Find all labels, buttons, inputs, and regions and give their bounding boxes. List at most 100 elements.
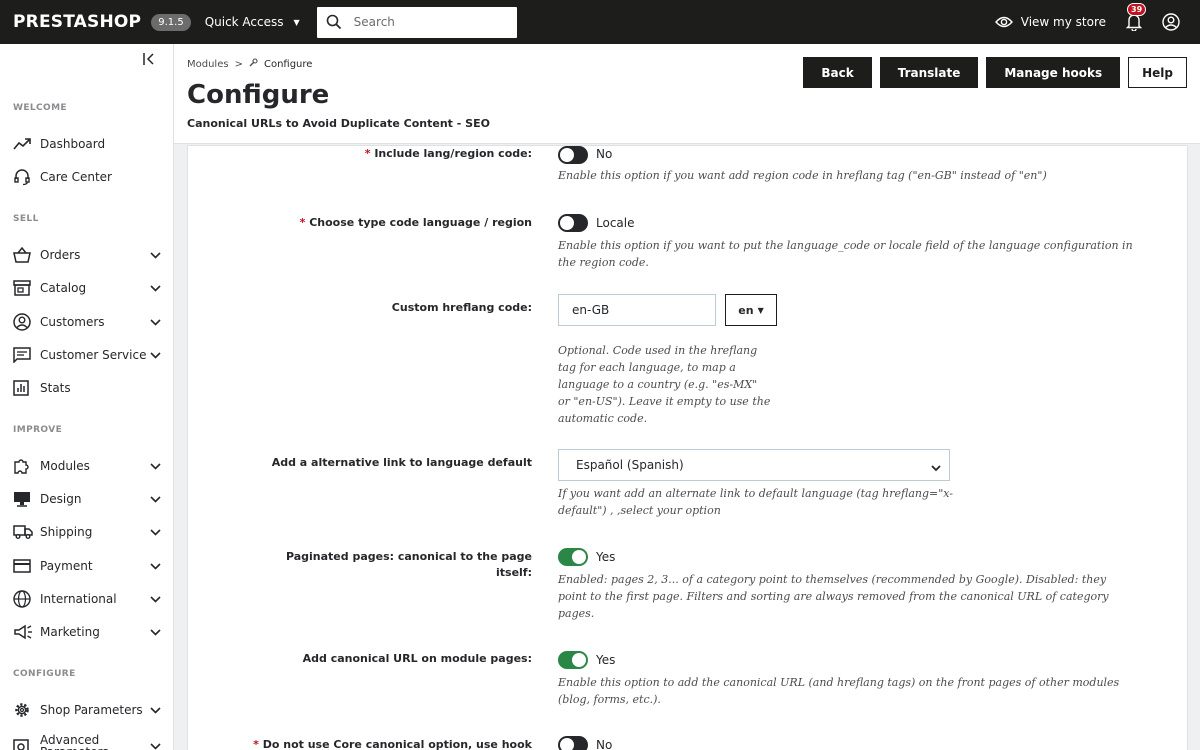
chevron-down-icon bbox=[150, 525, 161, 539]
breadcrumb-modules[interactable]: Modules bbox=[187, 59, 229, 70]
sidebar-item-label: Orders bbox=[40, 248, 81, 262]
paginated-help-2: point to the first page. Filters and sor… bbox=[558, 590, 1109, 603]
custom-hreflang-input[interactable] bbox=[558, 294, 716, 326]
code-type-help-1: Enable this option if you want to put th… bbox=[558, 239, 1133, 252]
core-canonical-label: * Do not use Core canonical option, use … bbox=[253, 737, 532, 750]
bar-chart-icon bbox=[13, 380, 33, 396]
alt-link-help-1: If you want add an alternate link to def… bbox=[558, 487, 954, 500]
account-circle-icon bbox=[1162, 13, 1180, 31]
section-welcome: WELCOME bbox=[13, 103, 67, 113]
select-value: Español (Spanish) bbox=[576, 458, 684, 472]
sidebar-item-orders[interactable]: Orders bbox=[13, 245, 161, 265]
caret-down-icon: ▼ bbox=[293, 17, 300, 27]
page-header: Modules > Configure Configure Canonical … bbox=[174, 44, 1200, 144]
label-text: Choose type code language / region bbox=[309, 216, 532, 229]
sidebar-item-label: Design bbox=[40, 492, 82, 506]
section-improve: IMPROVE bbox=[13, 425, 63, 435]
sidebar-item-stats[interactable]: Stats bbox=[13, 378, 161, 398]
label-text: itself: bbox=[496, 566, 532, 579]
back-button[interactable]: Back bbox=[803, 57, 872, 88]
chevron-down-icon bbox=[150, 703, 161, 717]
sidebar-item-shipping[interactable]: Shipping bbox=[13, 522, 161, 542]
sidebar-item-label: Customers bbox=[40, 315, 105, 329]
core-canonical-value: No bbox=[596, 738, 613, 750]
core-canonical-switch[interactable] bbox=[558, 736, 588, 750]
module-pages-switch[interactable] bbox=[558, 651, 588, 669]
sidebar-item-label: Stats bbox=[40, 381, 71, 395]
label-text: Do not use Core canonical option, use ho… bbox=[262, 738, 532, 750]
trending-up-icon bbox=[13, 138, 33, 150]
account-button[interactable] bbox=[1162, 13, 1180, 31]
page-subtitle: Canonical URLs to Avoid Duplicate Conten… bbox=[187, 117, 490, 130]
puzzle-icon bbox=[13, 457, 33, 475]
collapse-left-icon bbox=[143, 53, 154, 65]
collapse-sidebar-button[interactable] bbox=[143, 53, 156, 69]
globe-icon bbox=[13, 590, 33, 608]
sidebar-item-customers[interactable]: Customers bbox=[13, 312, 161, 332]
code-type-switch[interactable] bbox=[558, 214, 588, 232]
custom-hreflang-help-1: Optional. Code used in the hreflang bbox=[558, 344, 758, 357]
prestashop-logo[interactable]: PRESTASHOP bbox=[13, 12, 141, 32]
include-lang-switch[interactable] bbox=[558, 146, 588, 164]
chevron-down-icon bbox=[150, 281, 161, 295]
quick-access-dropdown[interactable]: Quick Access ▼ bbox=[205, 15, 300, 29]
sidebar-item-modules[interactable]: Modules bbox=[13, 456, 161, 476]
search-input[interactable] bbox=[353, 15, 504, 29]
chevron-down-icon bbox=[150, 315, 161, 329]
truck-icon bbox=[13, 525, 33, 539]
required-marker: * bbox=[253, 738, 259, 750]
top-bar: PRESTASHOP 9.1.5 Quick Access ▼ View my … bbox=[0, 0, 1200, 44]
chevron-down-icon bbox=[150, 348, 161, 362]
eye-icon bbox=[994, 16, 1013, 28]
view-store-link[interactable]: View my store bbox=[994, 15, 1106, 29]
sidebar-item-customer-service[interactable]: Customer Service bbox=[13, 345, 161, 365]
version-badge: 9.1.5 bbox=[151, 13, 191, 31]
page-title: Configure bbox=[187, 80, 330, 110]
monitor-icon bbox=[13, 491, 33, 507]
code-type-label: * Choose type code language / region bbox=[300, 215, 532, 231]
sidebar: WELCOME Dashboard Care Center SELL Order… bbox=[0, 44, 174, 750]
settings-box-icon bbox=[13, 739, 33, 750]
chevron-down-icon bbox=[150, 459, 161, 473]
sidebar-item-payment[interactable]: Payment bbox=[13, 556, 161, 576]
headset-icon bbox=[13, 168, 33, 186]
sidebar-item-advanced-parameters[interactable]: Advanced Parameters bbox=[13, 734, 161, 750]
sidebar-item-international[interactable]: International bbox=[13, 589, 161, 609]
quick-access-label: Quick Access bbox=[204, 15, 284, 29]
user-circle-icon bbox=[13, 313, 33, 331]
sidebar-item-label: Marketing bbox=[40, 625, 100, 639]
sidebar-item-label: Customer Service bbox=[40, 348, 147, 362]
required-marker: * bbox=[299, 216, 306, 229]
message-icon bbox=[13, 347, 33, 363]
sidebar-item-label: International bbox=[40, 592, 117, 606]
sidebar-item-catalog[interactable]: Catalog bbox=[13, 278, 161, 298]
module-pages-value: Yes bbox=[596, 653, 616, 667]
alt-link-label: Add a alternative link to language defau… bbox=[271, 456, 532, 469]
alt-link-help-2: default") , ,select your option bbox=[558, 504, 721, 517]
breadcrumb: Modules > Configure bbox=[187, 58, 312, 70]
manage-hooks-button[interactable]: Manage hooks bbox=[986, 57, 1121, 88]
sidebar-item-shop-parameters[interactable]: Shop Parameters bbox=[13, 700, 161, 720]
notifications-badge: 39 bbox=[1127, 3, 1147, 16]
sidebar-item-care-center[interactable]: Care Center bbox=[13, 167, 161, 187]
paginated-switch[interactable] bbox=[558, 548, 588, 566]
sidebar-item-label: Dashboard bbox=[40, 137, 106, 151]
alt-link-select[interactable]: Español (Spanish) bbox=[558, 449, 950, 481]
sidebar-item-design[interactable]: Design bbox=[13, 489, 161, 509]
help-button[interactable]: Help bbox=[1128, 57, 1187, 88]
notifications-button[interactable]: 39 bbox=[1124, 3, 1147, 32]
module-pages-label: Add canonical URL on module pages: bbox=[302, 652, 532, 665]
sidebar-item-dashboard[interactable]: Dashboard bbox=[13, 134, 161, 154]
module-pages-help-1: Enable this option to add the canonical … bbox=[558, 676, 1120, 689]
language-dropdown-button[interactable]: en ▼ bbox=[725, 294, 777, 326]
translate-button[interactable]: Translate bbox=[879, 57, 979, 88]
sidebar-item-label: Shop Parameters bbox=[40, 703, 143, 717]
main-content: * Include lang/region code: No Enable th… bbox=[174, 145, 1200, 750]
basket-icon bbox=[13, 247, 33, 263]
search-box[interactable] bbox=[316, 6, 517, 38]
code-type-help-2: the region code. bbox=[558, 256, 649, 269]
include-lang-help: Enable this option if you want add regio… bbox=[558, 169, 1047, 182]
chevron-down-icon bbox=[150, 592, 161, 606]
sidebar-item-marketing[interactable]: Marketing bbox=[13, 622, 161, 642]
module-pages-help-2: (blog, forms, etc.). bbox=[558, 693, 661, 706]
